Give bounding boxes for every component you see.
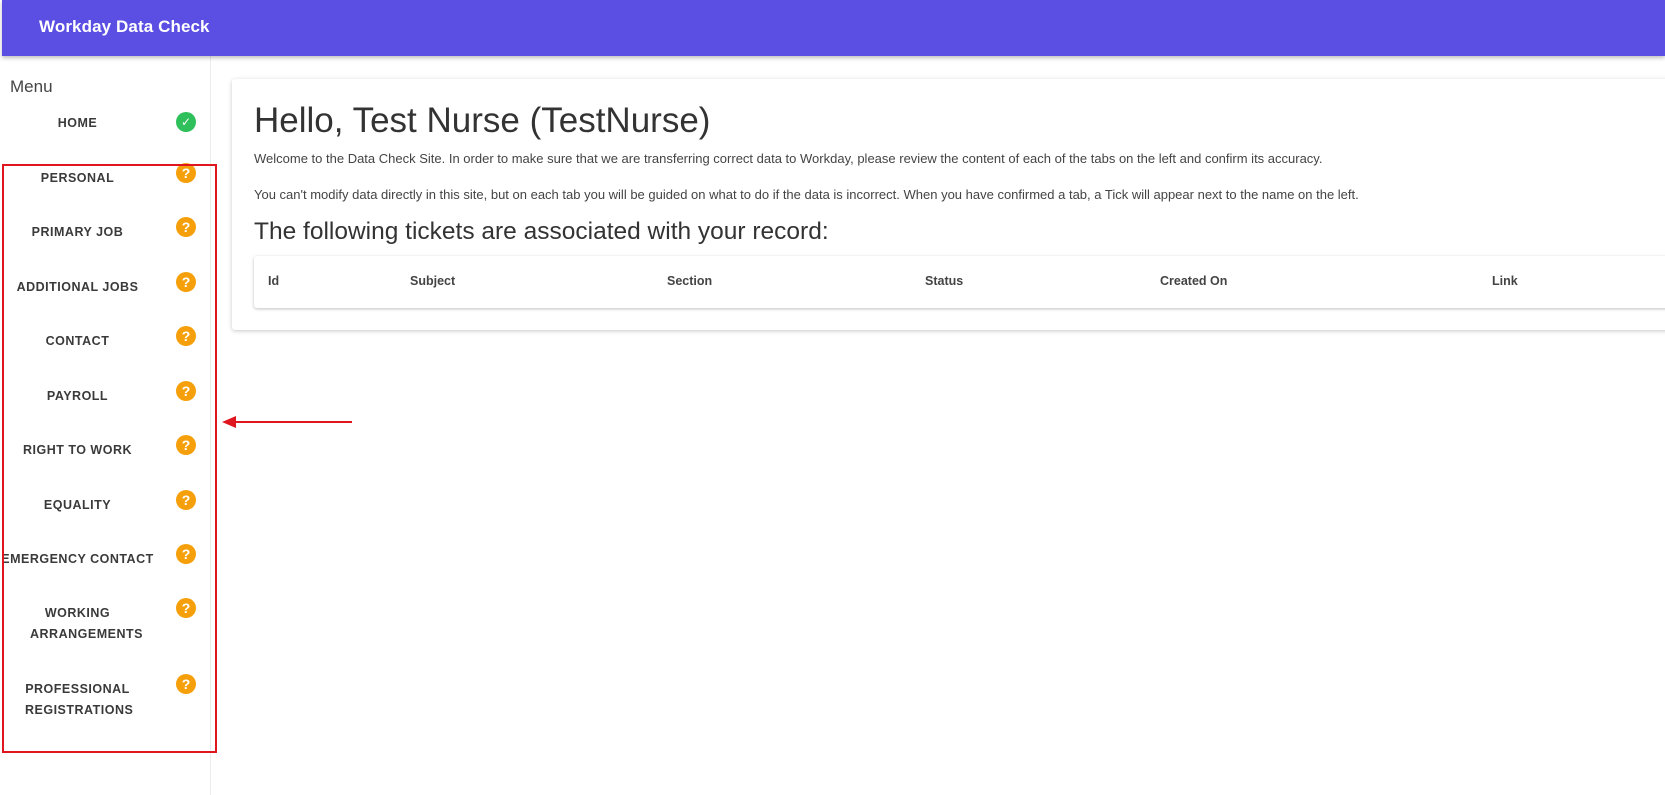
tickets-table: Id Subject Section Status Created On Lin… — [254, 256, 1665, 308]
sidebar-item-label: RIGHT TO WORK — [22, 443, 133, 457]
column-header-link[interactable]: Link — [1492, 274, 1518, 288]
sidebar-item-emergency-contact[interactable]: EMERGENCY CONTACT ? — [0, 544, 211, 572]
question-circle-icon: ? — [176, 163, 196, 183]
intro-text: Welcome to the Data Check Site. In order… — [254, 151, 1323, 166]
sidebar-item-personal[interactable]: PERSONAL ? — [0, 163, 211, 191]
sidebar-item-label: PAYROLL — [46, 389, 109, 403]
column-header-created-on[interactable]: Created On — [1160, 274, 1227, 288]
question-circle-icon: ? — [176, 326, 196, 346]
column-header-id[interactable]: Id — [268, 274, 279, 288]
check-circle-icon: ✓ — [176, 112, 196, 132]
menu-heading: Menu — [10, 77, 53, 96]
annotation-arrow-icon — [222, 416, 352, 428]
sidebar-item-additional-jobs[interactable]: ADDITIONAL JOBS ? — [0, 272, 211, 300]
question-circle-icon: ? — [176, 381, 196, 401]
sidebar-item-working-arrangements[interactable]: WORKING ARRANGEMENTS ? — [0, 598, 211, 648]
app-title: Workday Data Check — [39, 17, 210, 36]
main-card: Hello, Test Nurse (TestNurse) Welcome to… — [232, 79, 1665, 330]
sidebar-item-label: EQUALITY — [43, 498, 112, 512]
sidebar-item-label: PERSONAL — [40, 171, 115, 185]
sidebar-item-label: WORKING ARRANGEMENTS — [30, 606, 143, 641]
question-circle-icon: ? — [176, 490, 196, 510]
sidebar-item-primary-job[interactable]: PRIMARY JOB ? — [0, 217, 211, 245]
sidebar-item-label: ADDITIONAL JOBS — [16, 280, 139, 294]
question-circle-icon: ? — [176, 217, 196, 237]
question-circle-icon: ? — [176, 544, 196, 564]
tickets-heading: The following tickets are associated wit… — [254, 218, 829, 245]
page-title: Hello, Test Nurse (TestNurse) — [254, 101, 711, 140]
sidebar-item-label: PROFESSIONAL REGISTRATIONS — [25, 682, 134, 717]
app-header: Workday Data Check — [2, 0, 1665, 56]
sidebar-item-label: PRIMARY JOB — [31, 225, 124, 239]
sidebar-item-label: CONTACT — [45, 334, 110, 348]
question-circle-icon: ? — [176, 674, 196, 694]
column-header-subject[interactable]: Subject — [410, 274, 455, 288]
sidebar-item-home[interactable]: HOME ✓ — [0, 112, 211, 136]
sidebar-item-payroll[interactable]: PAYROLL ? — [0, 381, 211, 409]
sidebar-item-contact[interactable]: CONTACT ? — [0, 326, 211, 354]
sidebar-item-professional-registrations[interactable]: PROFESSIONAL REGISTRATIONS ? — [0, 674, 211, 724]
question-circle-icon: ? — [176, 272, 196, 292]
sidebar-item-label: HOME — [57, 116, 98, 130]
sidebar-item-equality[interactable]: EQUALITY ? — [0, 490, 211, 518]
note-text: You can't modify data directly in this s… — [254, 187, 1359, 202]
question-circle-icon: ? — [176, 435, 196, 455]
question-circle-icon: ? — [176, 598, 196, 618]
column-header-status[interactable]: Status — [925, 274, 963, 288]
sidebar-item-right-to-work[interactable]: RIGHT TO WORK ? — [0, 435, 211, 463]
sidebar-menu: Menu HOME ✓ PERSONAL ? PRIMARY JOB ? ADD… — [0, 56, 211, 795]
sidebar-item-label: EMERGENCY CONTACT — [1, 552, 154, 566]
column-header-section[interactable]: Section — [667, 274, 712, 288]
